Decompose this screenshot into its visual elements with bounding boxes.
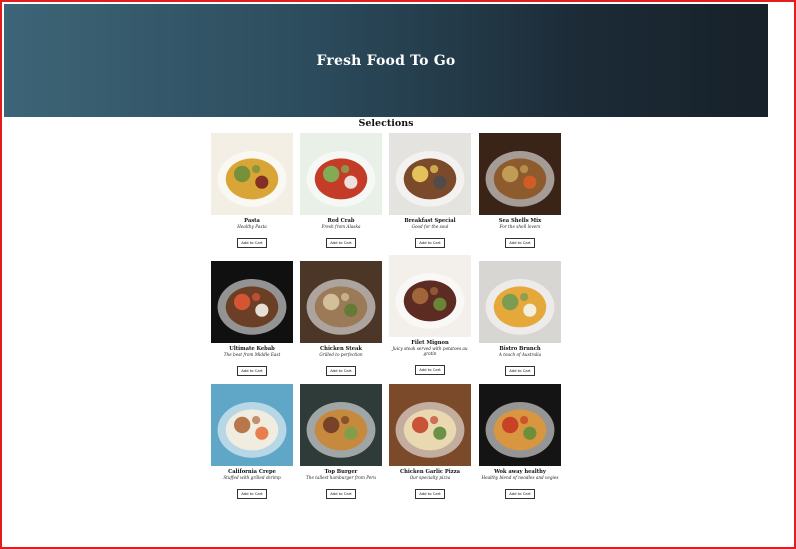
add-to-cart-button[interactable]: Add to Cart bbox=[237, 488, 267, 499]
food-photo[interactable] bbox=[479, 384, 561, 466]
product-card: Chicken Steak Grilled to perfection Add … bbox=[299, 261, 383, 376]
product-card: Sea Shells Mix For the shell lovers Add … bbox=[478, 133, 562, 248]
food-image bbox=[211, 261, 293, 343]
food-image bbox=[389, 384, 471, 466]
add-to-cart-button[interactable]: Add to Cart bbox=[237, 237, 267, 248]
product-description: Healthy blend of noodles and vegies bbox=[481, 475, 559, 480]
product-card: Top Burger The tallest hamburger from Pe… bbox=[299, 384, 383, 499]
food-photo[interactable] bbox=[211, 384, 293, 466]
product-card: Ultimate Kebab The best from Middle East… bbox=[210, 261, 294, 376]
food-photo[interactable] bbox=[300, 384, 382, 466]
add-to-cart-button[interactable]: Add to Cart bbox=[326, 365, 356, 376]
food-image bbox=[211, 384, 293, 466]
product-description: Fresh from Alaska bbox=[321, 224, 361, 229]
add-to-cart-button[interactable]: Add to Cart bbox=[505, 488, 535, 499]
product-card: Filet Mignon Juicy steak served with pot… bbox=[388, 255, 472, 375]
product-description: For the shell lovers bbox=[499, 224, 541, 229]
food-image bbox=[479, 384, 561, 466]
food-photo[interactable] bbox=[389, 133, 471, 215]
add-to-cart-button[interactable]: Add to Cart bbox=[237, 365, 267, 376]
product-card: Red Crab Fresh from Alaska Add to Cart bbox=[299, 133, 383, 248]
add-to-cart-button[interactable]: Add to Cart bbox=[505, 237, 535, 248]
food-image bbox=[300, 261, 382, 343]
product-description: A touch of Australia bbox=[498, 352, 542, 357]
add-to-cart-button[interactable]: Add to Cart bbox=[505, 365, 535, 376]
add-to-cart-button[interactable]: Add to Cart bbox=[326, 488, 356, 499]
section-title: Selections bbox=[358, 118, 414, 129]
product-description: Our specialty pizza bbox=[409, 475, 451, 480]
food-photo[interactable] bbox=[300, 133, 382, 215]
product-description: Stuffed with grilled shrimp bbox=[223, 475, 281, 480]
product-description: The best from Middle East bbox=[223, 352, 281, 357]
add-to-cart-button[interactable]: Add to Cart bbox=[326, 237, 356, 248]
food-photo[interactable] bbox=[389, 255, 471, 337]
product-description: The tallest hamburger from Peru bbox=[305, 475, 376, 480]
food-image bbox=[389, 255, 471, 337]
site-title: Fresh Food To Go bbox=[316, 53, 456, 69]
food-image bbox=[211, 133, 293, 215]
food-photo[interactable] bbox=[300, 261, 382, 343]
product-grid: Pasta Healthy Pasta Add to Cart Red Crab… bbox=[210, 133, 570, 503]
product-card: Wok away healthy Healthy blend of noodle… bbox=[478, 384, 562, 499]
food-photo[interactable] bbox=[479, 261, 561, 343]
product-description: Grilled to perfection bbox=[319, 352, 363, 357]
food-photo[interactable] bbox=[479, 133, 561, 215]
product-card: Breakfast Special Good for the soul Add … bbox=[388, 133, 472, 248]
product-card: California Crepe Stuffed with grilled sh… bbox=[210, 384, 294, 499]
food-photo[interactable] bbox=[211, 261, 293, 343]
food-image bbox=[300, 133, 382, 215]
hero-banner: Fresh Food To Go bbox=[4, 4, 768, 117]
add-to-cart-button[interactable]: Add to Cart bbox=[415, 237, 445, 248]
food-image bbox=[479, 261, 561, 343]
product-description: Juicy steak served with potatoes au grat… bbox=[392, 346, 468, 356]
product-description: Good for the soul bbox=[411, 224, 449, 229]
product-description: Healthy Pasta bbox=[237, 224, 267, 229]
food-photo[interactable] bbox=[211, 133, 293, 215]
add-to-cart-button[interactable]: Add to Cart bbox=[415, 488, 445, 499]
product-card: Pasta Healthy Pasta Add to Cart bbox=[210, 133, 294, 248]
add-to-cart-button[interactable]: Add to Cart bbox=[415, 364, 445, 375]
food-image bbox=[479, 133, 561, 215]
product-card: Bistro Brunch A touch of Australia Add t… bbox=[478, 261, 562, 376]
food-photo[interactable] bbox=[389, 384, 471, 466]
product-card: Chicken Garlic Pizza Our specialty pizza… bbox=[388, 384, 472, 499]
food-image bbox=[300, 384, 382, 466]
food-image bbox=[389, 133, 471, 215]
